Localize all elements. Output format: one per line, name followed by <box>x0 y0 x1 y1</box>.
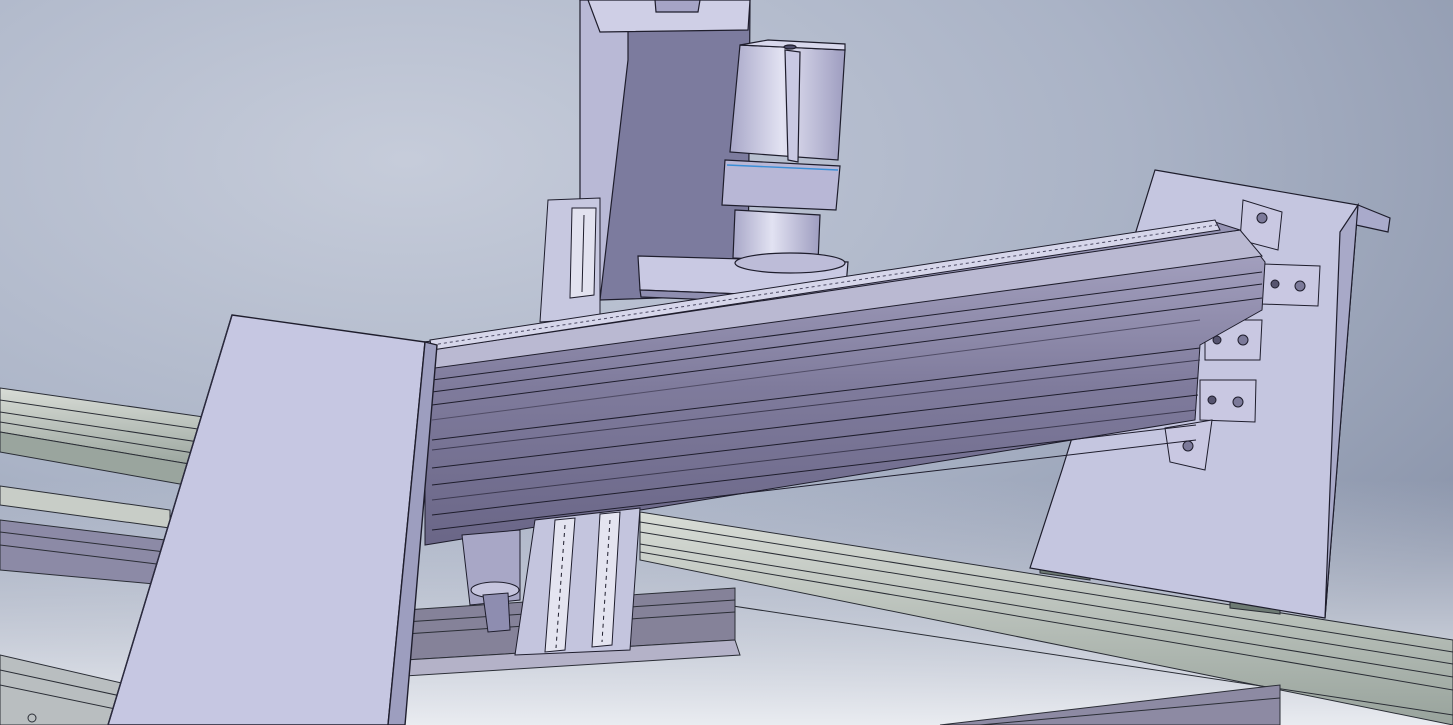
cad-3d-scene[interactable] <box>0 0 1453 725</box>
y-linear-rail <box>539 197 601 323</box>
z-linear-rail <box>514 507 641 656</box>
cad-viewport[interactable] <box>0 0 1453 725</box>
z-axis-column <box>579 0 751 301</box>
